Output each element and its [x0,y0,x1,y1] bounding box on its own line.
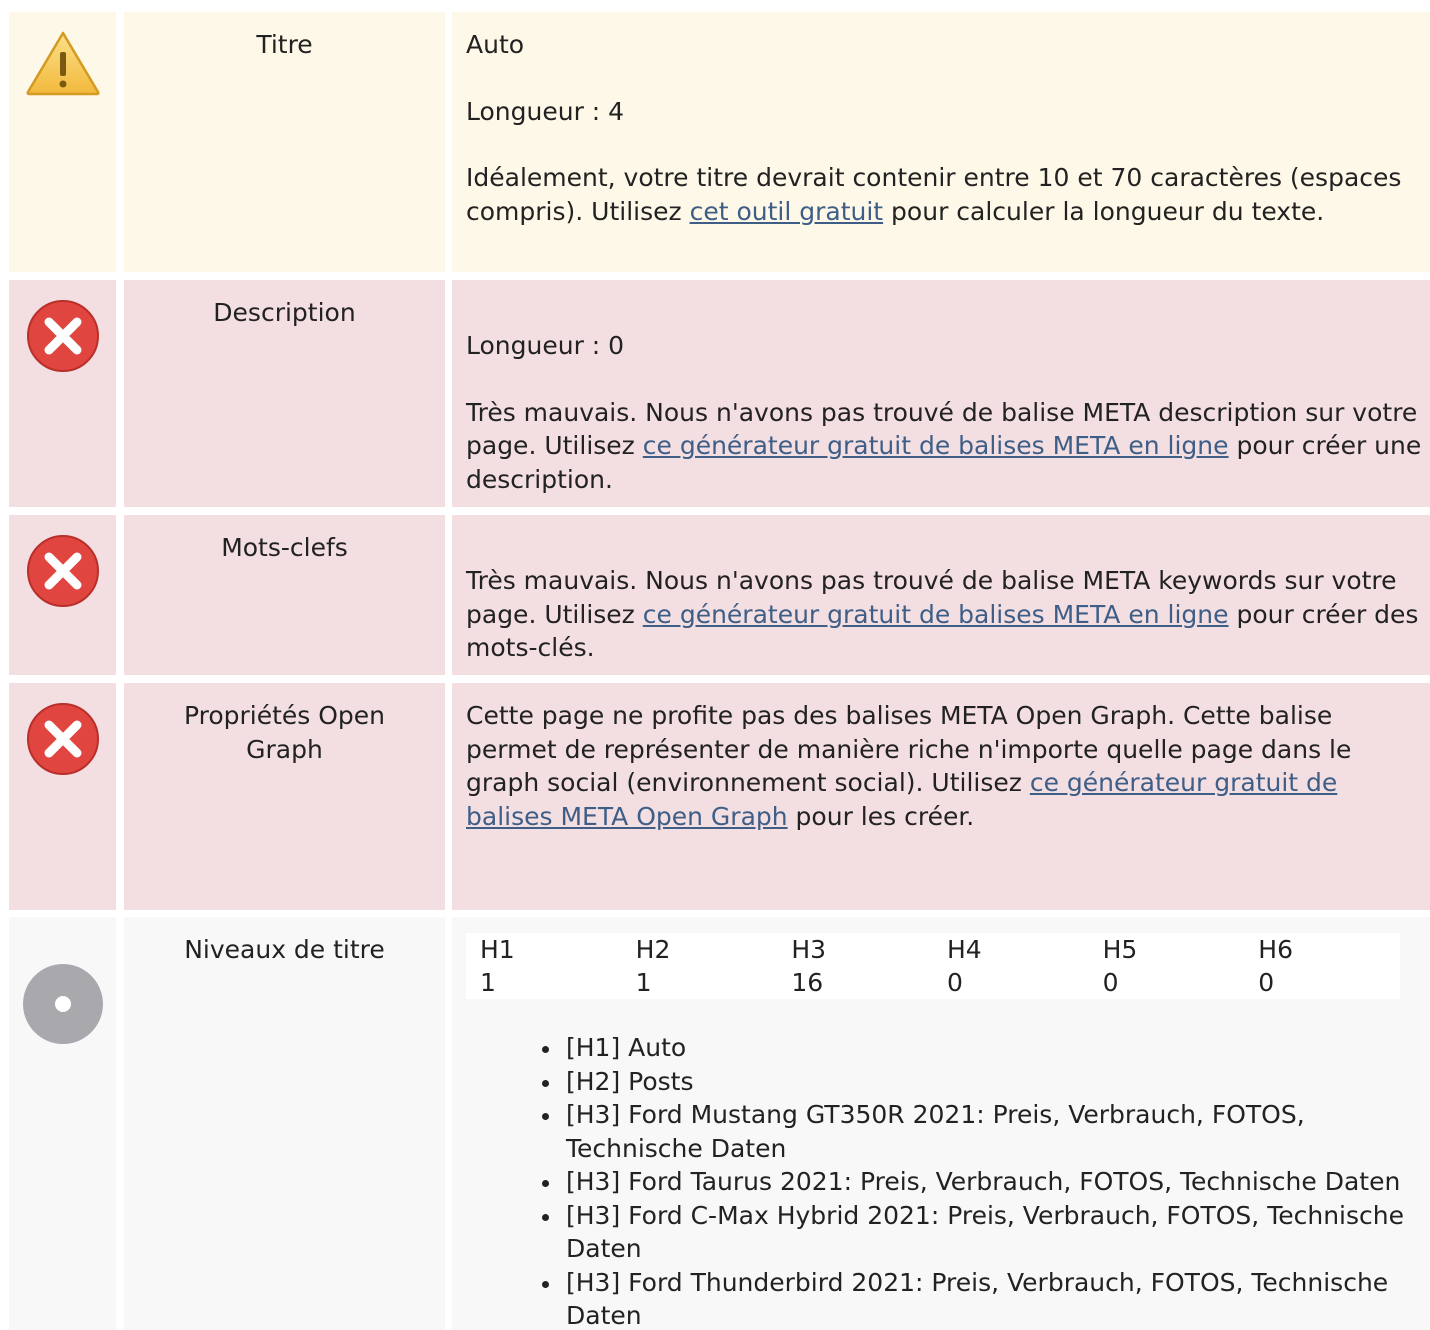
list-item: [H3] Ford Taurus 2021: Preis, Verbrauch,… [542,1165,1422,1199]
count-h2: 1 [635,968,652,997]
table-header-h5: H5 [1102,935,1138,964]
headings-count-table: H1 H2 H3 H4 H5 H6 1 1 16 0 0 0 [466,933,1400,999]
row-headings: Niveaux de titre H1 H2 H3 H4 H5 H6 1 1 1… [9,917,1430,1330]
status-cell [9,515,116,675]
title-advice: Idéalement, votre titre devrait contenir… [466,163,1402,226]
row-content: Cette page ne profite pas des balises ME… [452,683,1430,910]
row-content: Très mauvais. Nous n'avons pas trouvé de… [452,515,1430,675]
list-item: [H3] Ford Mustang GT350R 2021: Preis, Ve… [542,1098,1422,1165]
table-header-h4: H4 [946,935,982,964]
row-label: Niveaux de titre [124,917,445,1330]
table-row: 1 1 16 0 0 0 [466,966,1400,999]
row-content: Auto Longueur : 4 Idéalement, votre titr… [452,12,1430,272]
row-content: Longueur : 0 Très mauvais. Nous n'avons … [452,280,1430,507]
row-content: H1 H2 H3 H4 H5 H6 1 1 16 0 0 0 [H1] Auto… [452,917,1430,1330]
title-value: Auto [466,30,525,59]
meta-generator-link[interactable]: ce générateur gratuit de balises META en… [643,431,1229,460]
list-item: [H1] Auto [542,1031,1422,1065]
table-header-h6: H6 [1258,935,1293,964]
status-cell [9,12,116,272]
status-cell [9,280,116,507]
open-graph-advice: Cette page ne profite pas des balises ME… [466,701,1352,831]
list-item: [H3] Ford Thunderbird 2021: Preis, Verbr… [542,1266,1422,1330]
table-header-h1: H1 [480,935,515,964]
neutral-icon [23,964,103,1044]
row-label: Mots-clefs [124,515,445,675]
count-h4: 0 [946,968,963,997]
warning-icon [26,31,100,96]
count-h1: 1 [480,968,496,997]
title-length: Longueur : 4 [466,96,625,126]
count-h6: 0 [1258,968,1275,997]
table-header-h3: H3 [791,935,827,964]
table-header-h2: H2 [635,935,671,964]
headings-list: [H1] Auto [H2] Posts [H3] Ford Mustang G… [466,1031,1422,1330]
status-cell [9,683,116,910]
seo-report: Titre Auto Longueur : 4 Idéalement, votr… [0,0,1430,1330]
row-open-graph: Propriétés Open Graph Cette page ne prof… [9,683,1430,910]
meta-generator-link[interactable]: ce générateur gratuit de balises META en… [643,600,1229,629]
row-title: Titre Auto Longueur : 4 Idéalement, votr… [9,12,1430,272]
error-icon [27,300,99,372]
list-item: [H2] Posts [542,1065,1422,1099]
list-item: [H3] Ford C-Max Hybrid 2021: Preis, Verb… [542,1199,1422,1266]
row-label: Titre [124,12,445,272]
error-icon [27,703,99,775]
count-h3: 16 [791,968,824,997]
description-length: Longueur : 0 [466,331,625,360]
row-keywords: Mots-clefs Très mauvais. Nous n'avons pa… [9,515,1430,675]
status-cell [9,917,116,1330]
row-label: Propriétés Open Graph [124,683,445,910]
table-header-row: H1 H2 H3 H4 H5 H6 [466,933,1400,966]
keywords-advice: Très mauvais. Nous n'avons pas trouvé de… [466,566,1419,662]
row-description: Description Longueur : 0 Très mauvais. N… [9,280,1430,507]
row-label: Description [124,280,445,507]
description-advice: Très mauvais. Nous n'avons pas trouvé de… [466,397,1422,494]
error-icon [27,535,99,607]
free-tool-link[interactable]: cet outil gratuit [690,197,884,226]
count-h5: 0 [1102,968,1119,997]
